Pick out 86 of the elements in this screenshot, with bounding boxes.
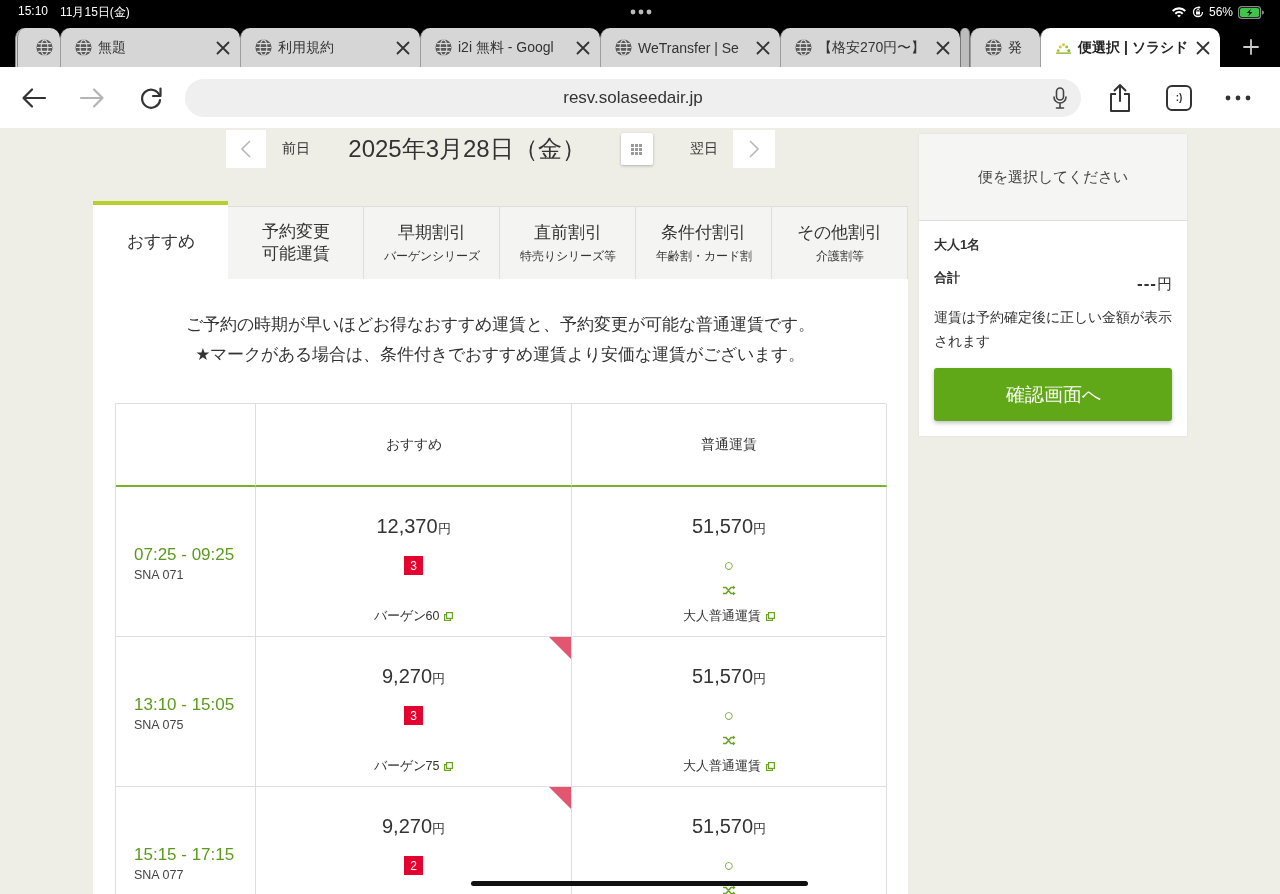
browser-tab[interactable]: 発: [970, 28, 1040, 67]
globe-icon: [435, 39, 452, 56]
rotation-lock-icon: [1191, 6, 1204, 18]
availability-mark: ○: [723, 706, 735, 726]
wifi-icon: [1170, 6, 1187, 18]
globe-icon: [36, 39, 53, 56]
reload-icon[interactable]: [138, 84, 164, 111]
previous-day-link[interactable]: 前日: [282, 140, 311, 158]
fare-name-link[interactable]: バーゲン75: [373, 758, 454, 774]
fare-tab[interactable]: 直前割引 特売りシリーズ等: [500, 206, 636, 279]
availability-mark: ○: [723, 556, 735, 576]
more-icon[interactable]: [1225, 94, 1251, 101]
seats-left-badge: 3: [404, 556, 423, 575]
globe-icon: [985, 39, 1002, 56]
flight-number: SNA 071: [134, 568, 185, 582]
microphone-icon[interactable]: [1053, 86, 1067, 109]
browser-tab[interactable]: 【格安270円〜】: [780, 28, 960, 67]
description-text: ご予約の時期が早いほどお得なおすすめ運賃と、予約変更が可能な普通運賃です。: [185, 314, 816, 336]
tab-switcher-button[interactable]: :): [1166, 84, 1192, 111]
external-link-icon: [444, 611, 454, 621]
browser-tab[interactable]: WeTransfer | Se: [600, 28, 780, 67]
browser-tab[interactable]: 利用規約: [240, 28, 420, 67]
fare-price: 9,270円: [381, 664, 446, 689]
globe-icon: [795, 39, 812, 56]
column-header: 普通運賃: [701, 435, 757, 454]
close-tab-icon[interactable]: [1196, 40, 1210, 55]
select-flight-prompt: 便を選択してください: [978, 167, 1128, 187]
chevron-left-icon: [241, 140, 252, 158]
fare-name-link[interactable]: 大人普通運賃: [683, 608, 775, 624]
grid-icon: [631, 143, 643, 155]
availability-mark: ○: [723, 856, 735, 876]
fare-price: 9,270円: [381, 814, 446, 839]
globe-icon: [75, 39, 92, 56]
fare-name-link[interactable]: バーゲン60: [373, 608, 454, 624]
chevron-right-icon: [748, 140, 759, 158]
fare-name-link[interactable]: 大人普通運賃: [683, 758, 775, 774]
flight-number: SNA 075: [134, 718, 185, 732]
new-tab-icon[interactable]: [1243, 39, 1259, 55]
multitask-dots-icon[interactable]: [630, 9, 652, 15]
back-arrow-icon[interactable]: [21, 86, 47, 109]
column-header: おすすめ: [385, 435, 442, 454]
seats-left-badge: 2: [404, 856, 423, 875]
close-tab-icon[interactable]: [756, 40, 770, 55]
passenger-count: 大人1名: [934, 236, 982, 254]
total-amount: ---円: [1137, 274, 1172, 294]
close-tab-icon[interactable]: [396, 40, 410, 55]
status-time: 15:10: [18, 3, 49, 20]
browser-tab[interactable]: 便選択 | ソラシド: [1040, 28, 1220, 67]
share-icon[interactable]: [1108, 82, 1132, 113]
fare-tab[interactable]: 条件付割引 年齢割・カード割: [636, 206, 772, 279]
fare-tab[interactable]: 予約変更可能運賃: [228, 206, 364, 279]
browser-tab[interactable]: [15, 28, 60, 67]
globe-icon: [255, 39, 272, 56]
external-link-icon: [766, 761, 775, 771]
flight-time: 15:15 - 17:15: [134, 845, 236, 865]
fare-tab[interactable]: その他割引 介護割等: [772, 206, 908, 279]
close-tab-icon[interactable]: [216, 40, 230, 55]
fare-price: 12,370円: [376, 514, 451, 539]
external-link-icon: [444, 761, 454, 771]
calendar-button[interactable]: [620, 133, 653, 165]
fare-price: 51,570円: [691, 664, 767, 689]
battery-percent: 56%: [1208, 5, 1233, 19]
stacked-tabs-edge[interactable]: [960, 28, 970, 67]
fare-price: 51,570円: [691, 814, 767, 839]
browser-tab[interactable]: i2i 無料 - Googl: [420, 28, 600, 67]
external-link-icon: [766, 611, 775, 621]
close-tab-icon[interactable]: [576, 40, 590, 55]
date-title: 2025年3月28日（金）: [348, 134, 586, 164]
flight-time: 07:25 - 09:25: [134, 545, 236, 565]
dotted-logo-icon: [1055, 41, 1072, 54]
status-date: 11月15日(金): [60, 3, 130, 21]
close-tab-icon[interactable]: [936, 40, 950, 55]
browser-tab[interactable]: 無題: [60, 28, 240, 67]
fare-tab[interactable]: 早期割引 バーゲンシリーズ: [364, 206, 500, 279]
address-field[interactable]: resv.solaseedair.jp: [185, 78, 1081, 117]
flight-time: 13:10 - 15:05: [134, 695, 236, 715]
fare-note: 運賃は予約確定後に正しい金額が表示されます: [934, 309, 1172, 351]
fare-price: 51,570円: [691, 514, 767, 539]
total-label: 合計: [934, 269, 960, 287]
flight-number: SNA 077: [134, 868, 185, 882]
seats-left-badge: 3: [404, 706, 423, 725]
next-day-link[interactable]: 翌日: [689, 140, 718, 158]
battery-charging-icon: [1238, 5, 1264, 19]
fare-tab[interactable]: おすすめ: [93, 201, 228, 279]
globe-icon: [615, 39, 632, 56]
description-text: ★マークがある場合は、条件付きでおすすめ運賃より安価な運賃がございます。: [194, 344, 807, 366]
